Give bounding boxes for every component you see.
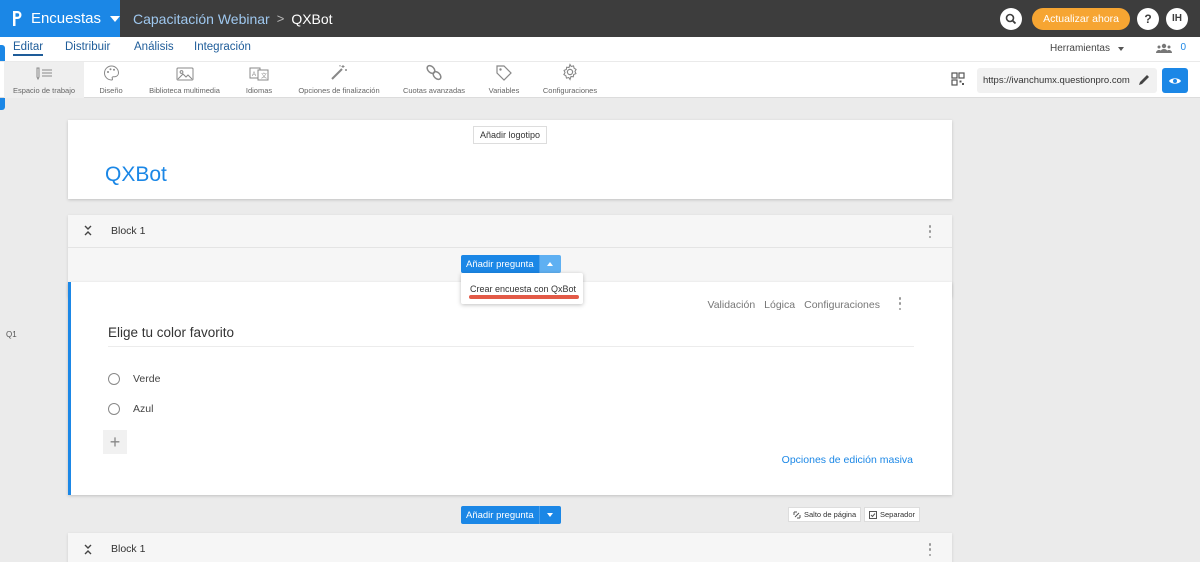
preview-button[interactable] bbox=[1162, 68, 1188, 93]
option-label[interactable]: Azul bbox=[133, 403, 153, 415]
divider bbox=[108, 346, 914, 347]
question-settings-link[interactable]: Configuraciones bbox=[804, 299, 880, 311]
separator-button[interactable]: Separador bbox=[864, 507, 921, 522]
svg-text:A: A bbox=[252, 72, 256, 78]
help-button[interactable]: ? bbox=[1137, 7, 1159, 30]
user-avatar[interactable]: IH bbox=[1166, 7, 1188, 30]
magic-wand-icon bbox=[331, 65, 347, 80]
toolbar-media-library[interactable]: Biblioteca multimedia bbox=[144, 62, 225, 98]
toolbar-settings[interactable]: Configuraciones bbox=[541, 62, 599, 98]
validation-link[interactable]: Validación bbox=[707, 299, 755, 311]
nav-tab-integracion[interactable]: Integración bbox=[194, 41, 251, 53]
question-number: Q1 bbox=[6, 330, 17, 339]
block-menu-icon[interactable] bbox=[927, 543, 933, 556]
breadcrumb: Capacitación Webinar > QXBot bbox=[133, 0, 333, 37]
toolbar-workspace[interactable]: Espacio de trabajo bbox=[4, 62, 84, 98]
caret-down-icon bbox=[547, 513, 554, 517]
caret-up-icon bbox=[547, 262, 554, 266]
page-break-button[interactable]: Salto de página bbox=[788, 507, 862, 522]
collaborators-button[interactable]: 0 bbox=[1156, 42, 1186, 53]
survey-header: Añadir logotipo QXBot bbox=[68, 120, 952, 199]
workspace-icon bbox=[36, 67, 52, 81]
block-menu-icon[interactable] bbox=[927, 225, 933, 238]
question-card[interactable]: Validación Lógica Configuraciones Elige … bbox=[68, 282, 952, 495]
highlight-underline bbox=[469, 295, 579, 299]
add-option-button[interactable]: + bbox=[103, 430, 127, 454]
tools-menu[interactable]: Herramientas bbox=[1050, 43, 1124, 54]
block: Block 1 bbox=[68, 533, 952, 562]
collapse-icon[interactable] bbox=[83, 543, 93, 556]
chevron-right-icon: > bbox=[276, 11, 285, 26]
add-question-dropdown-toggle[interactable] bbox=[538, 255, 561, 273]
breadcrumb-survey: QXBot bbox=[291, 10, 333, 27]
search-button[interactable] bbox=[1000, 7, 1023, 30]
block-title[interactable]: Block 1 bbox=[111, 225, 145, 237]
survey-url: https://ivanchumx.questionpro.com bbox=[983, 75, 1130, 86]
users-icon bbox=[1156, 43, 1173, 53]
block-title[interactable]: Block 1 bbox=[111, 543, 145, 555]
logic-link[interactable]: Lógica bbox=[764, 299, 795, 311]
checkbox-icon bbox=[869, 510, 877, 519]
add-question-button[interactable]: Añadir pregunta bbox=[461, 255, 539, 273]
pencil-icon[interactable] bbox=[1137, 73, 1151, 87]
nav-tab-analisis[interactable]: Análisis bbox=[134, 41, 174, 53]
qr-code-icon bbox=[951, 72, 965, 86]
translate-icon: A文 bbox=[249, 67, 269, 81]
nav-tab-editar[interactable]: Editar bbox=[13, 41, 44, 56]
option-label[interactable]: Verde bbox=[133, 373, 160, 385]
toolbar-languages[interactable]: A文 Idiomas bbox=[241, 62, 277, 98]
block-header: Block 1 bbox=[68, 215, 952, 248]
editor-toolbar: Espacio de trabajo Diseño Biblioteca mul… bbox=[0, 61, 1200, 98]
top-bar-actions: Actualizar ahora ? IH bbox=[1000, 0, 1200, 37]
toolbar-end-options[interactable]: Opciones de finalización bbox=[294, 62, 384, 98]
collapse-icon[interactable] bbox=[83, 224, 93, 237]
bulk-edit-link[interactable]: Opciones de edición masiva bbox=[782, 454, 913, 466]
radio-icon[interactable] bbox=[108, 373, 120, 385]
toolbar-variables[interactable]: Variables bbox=[486, 62, 522, 98]
question-menu-icon[interactable] bbox=[897, 297, 903, 310]
nav-tab-distribuir[interactable]: Distribuir bbox=[65, 41, 110, 53]
menu-item-create-with-qxbot[interactable]: Crear encuesta con QxBot bbox=[470, 284, 576, 294]
gear-icon bbox=[563, 63, 577, 81]
toolbar-design[interactable]: Diseño bbox=[91, 62, 131, 98]
svg-text:文: 文 bbox=[261, 72, 267, 80]
tag-icon bbox=[496, 65, 512, 81]
questionpro-logo-icon bbox=[11, 10, 24, 28]
question-text[interactable]: Elige tu color favorito bbox=[108, 325, 234, 340]
add-question-button[interactable]: Añadir pregunta bbox=[461, 506, 539, 524]
toolbar-advanced-quotas[interactable]: Cuotas avanzadas bbox=[401, 62, 467, 98]
app-switcher[interactable]: Encuestas bbox=[0, 0, 120, 37]
collaborators-count: 0 bbox=[1180, 42, 1186, 53]
search-icon bbox=[1005, 13, 1017, 24]
add-question-dropdown-menu: Crear encuesta con QxBot bbox=[461, 273, 583, 304]
tools-label: Herramientas bbox=[1049, 43, 1110, 54]
image-icon bbox=[176, 67, 193, 81]
radio-icon[interactable] bbox=[108, 403, 120, 415]
page-break-icon bbox=[793, 511, 801, 518]
answer-option[interactable]: Verde bbox=[108, 373, 160, 385]
question-actions: Validación Lógica Configuraciones bbox=[698, 299, 880, 311]
add-question-split-button-bottom: Añadir pregunta bbox=[461, 506, 561, 524]
caret-down-icon bbox=[110, 15, 120, 22]
main-nav: Editar Distribuir Análisis Integración H… bbox=[0, 37, 1200, 61]
breadcrumb-folder[interactable]: Capacitación Webinar bbox=[133, 11, 270, 27]
eye-icon bbox=[1169, 77, 1181, 84]
app-name: Encuestas bbox=[30, 10, 101, 27]
link-icon bbox=[426, 64, 442, 81]
palette-icon bbox=[103, 65, 119, 81]
qr-code-button[interactable] bbox=[951, 72, 965, 91]
answer-option[interactable]: Azul bbox=[108, 403, 153, 415]
survey-url-field[interactable]: https://ivanchumx.questionpro.com bbox=[977, 68, 1157, 93]
add-question-dropdown-toggle[interactable] bbox=[538, 506, 561, 524]
caret-down-icon bbox=[1118, 46, 1124, 51]
upgrade-button[interactable]: Actualizar ahora bbox=[1032, 7, 1130, 30]
add-question-split-button: Añadir pregunta bbox=[461, 255, 561, 273]
top-bar: Encuestas Capacitación Webinar > QXBot A… bbox=[0, 0, 1200, 37]
add-logo-button[interactable]: Añadir logotipo bbox=[473, 126, 547, 144]
survey-title[interactable]: QXBot bbox=[105, 163, 167, 187]
